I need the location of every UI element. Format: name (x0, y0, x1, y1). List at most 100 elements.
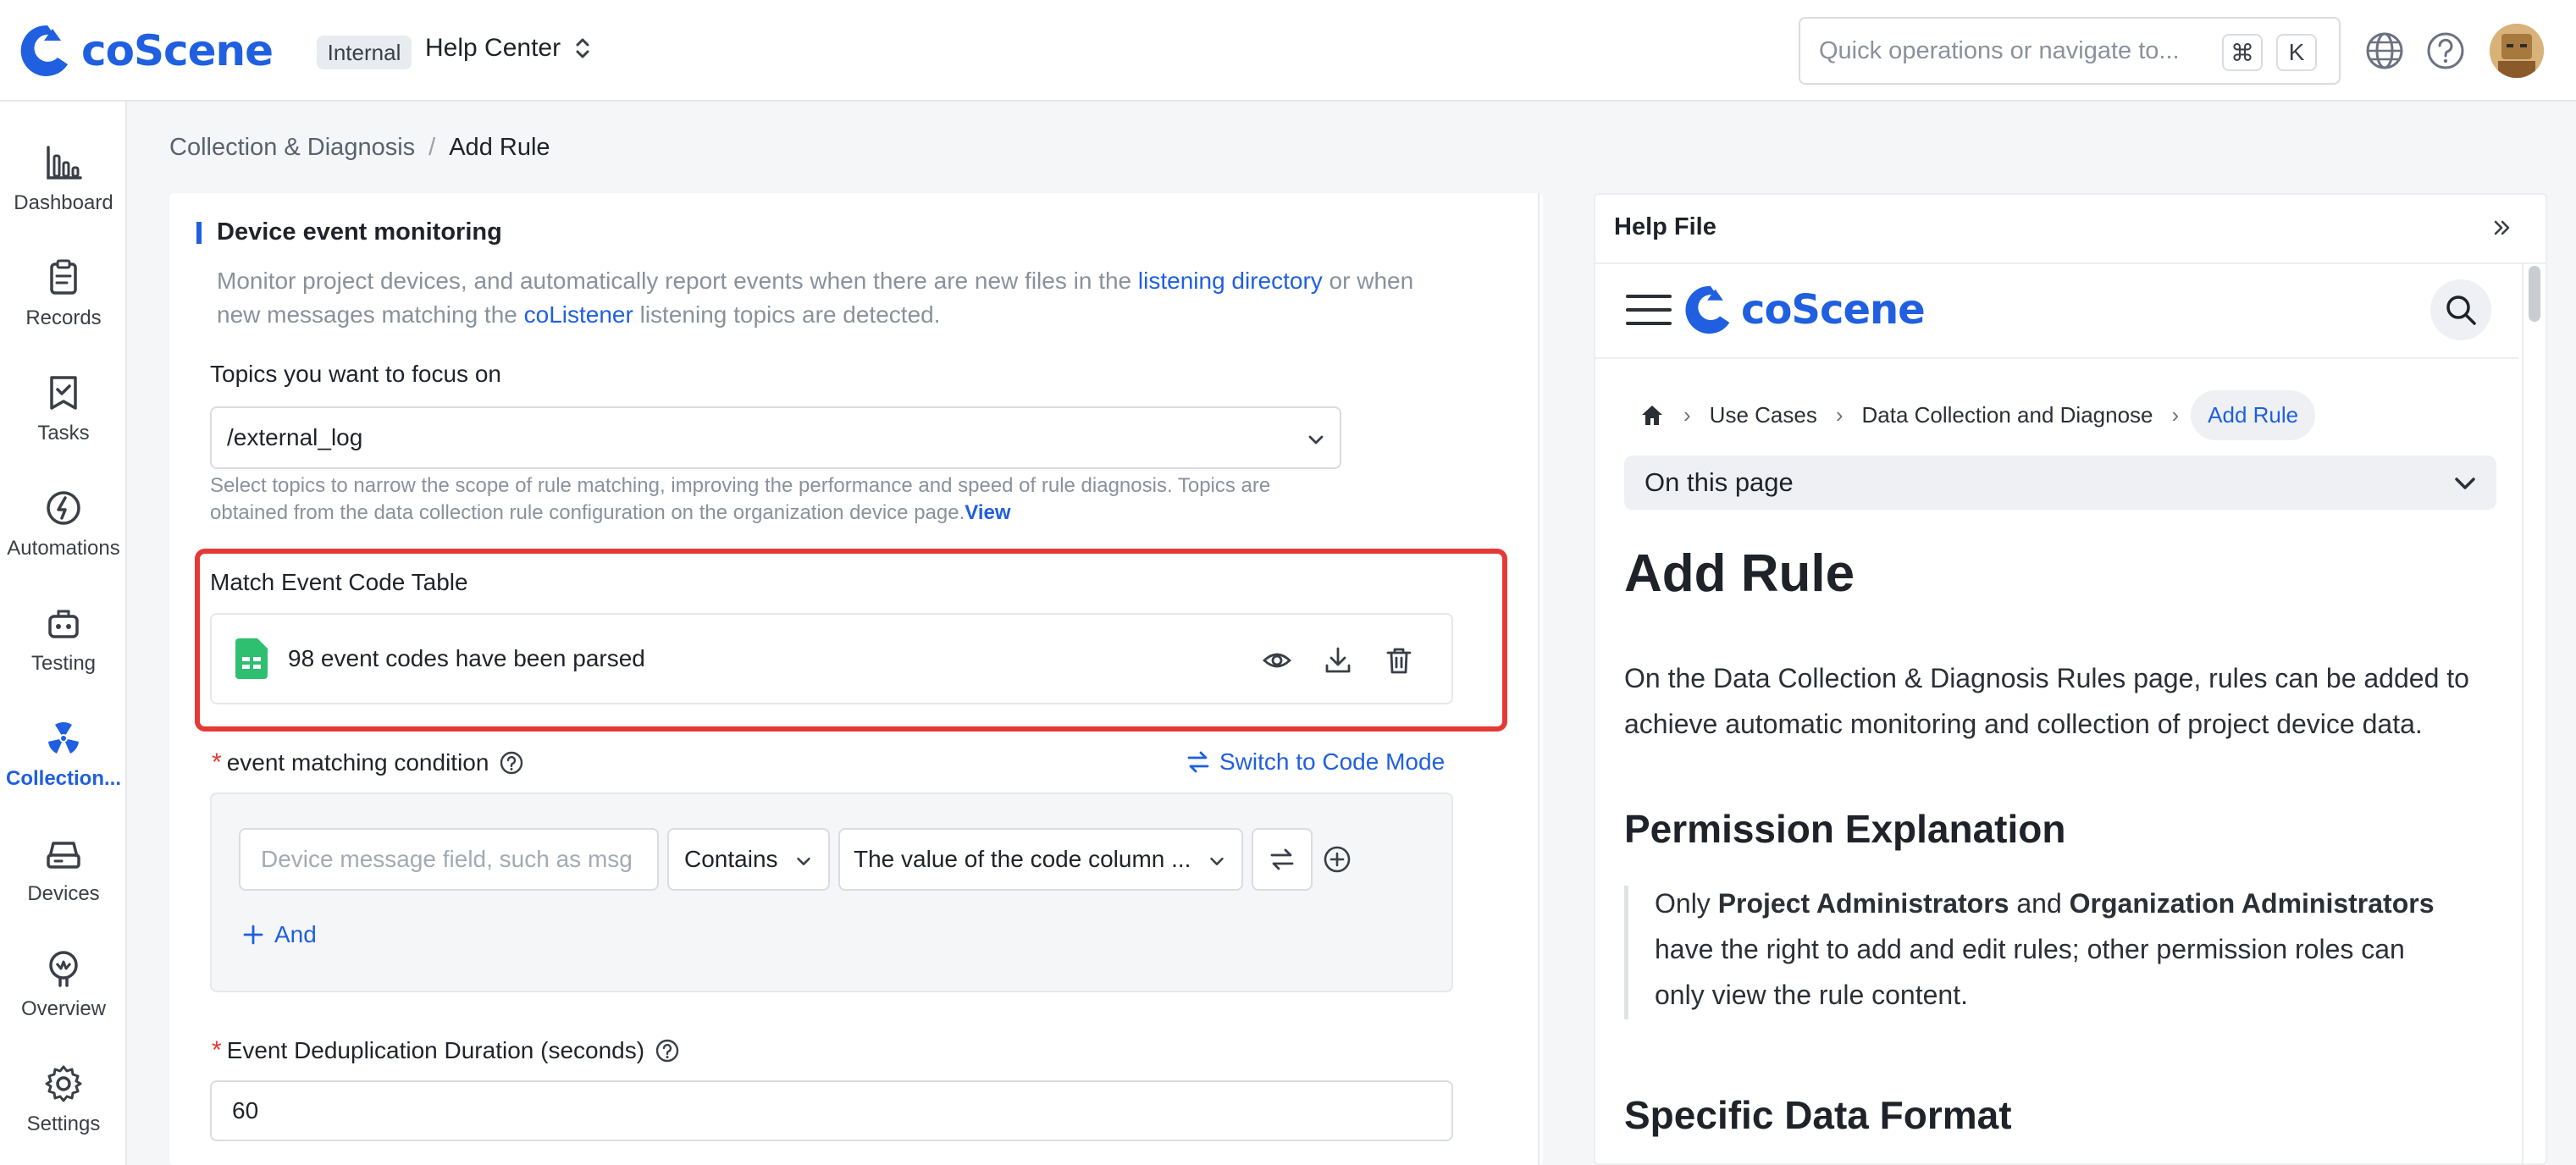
org-badge: Internal (317, 36, 412, 69)
sidebar-label-records: Records (25, 306, 102, 329)
scroll-track-divider (1538, 193, 1540, 1165)
sidebar-label-testing: Testing (30, 652, 97, 675)
doc-logo[interactable]: coScene (1683, 283, 1926, 337)
app-logo[interactable]: coScene (19, 22, 274, 80)
doc-crumb-data-collection[interactable]: Data Collection and Diagnose (1862, 402, 2153, 428)
quote-text-only: Only (1655, 888, 1718, 919)
section-accent-bar (196, 222, 202, 244)
sidebar-item-settings[interactable]: Settings (0, 1040, 127, 1141)
avatar-figure-icon (2490, 24, 2544, 78)
description-text-3: new messages matching the (217, 301, 524, 328)
swap-operands-button[interactable] (1252, 828, 1313, 891)
topics-view-link[interactable]: View (965, 501, 1010, 524)
quote-org-admins: Organization Administrators (2069, 888, 2435, 919)
topics-label: Topics you want to focus on (210, 361, 501, 387)
search-placeholder: Quick operations or navigate to... (1819, 36, 2180, 64)
sidebar-item-tasks[interactable]: Tasks (0, 349, 127, 450)
hamburger-menu-icon[interactable] (1626, 291, 1672, 329)
logo-text: coScene (81, 26, 274, 75)
chevron-down-icon (1210, 857, 1224, 865)
crumb-chevron-icon: › (1835, 401, 1844, 428)
switch-code-mode-label: Switch to Code Mode (1219, 748, 1446, 775)
add-circle-icon[interactable] (1323, 845, 1352, 874)
k-key-badge: K (2276, 34, 2317, 71)
colistener-link[interactable]: coListener (524, 301, 633, 328)
sidebar-item-devices[interactable]: Devices (0, 809, 127, 911)
doc-title: Add Rule (1624, 544, 1855, 603)
sidebar-label-collection: Collection... (5, 767, 121, 790)
trash-icon[interactable] (1384, 645, 1414, 676)
sidebar-label-automations: Automations (7, 537, 120, 560)
cmd-key-badge: ⌘ (2222, 34, 2263, 71)
coscene-logo-icon (1685, 285, 1730, 334)
topics-tip: Select topics to narrow the scope of rul… (210, 472, 1396, 527)
required-asterisk: * (212, 748, 222, 776)
home-icon[interactable] (1639, 402, 1665, 428)
quick-search-input[interactable]: Quick operations or navigate to... ⌘ K (1799, 17, 2341, 85)
doc-blockquote: Only Project Administrators and Organiza… (1655, 881, 2501, 1018)
description-text-1: Monitor project devices, and automatical… (217, 268, 1138, 294)
condition-group: Device message field, such as msg Contai… (210, 792, 1453, 992)
add-and-label: And (274, 921, 317, 947)
doc-crumb-current: Add Rule (2191, 389, 2316, 440)
collapse-panel-icon[interactable] (2490, 215, 2515, 240)
overview-icon (49, 951, 78, 987)
user-avatar[interactable] (2490, 24, 2544, 78)
operator-select[interactable]: Contains (667, 828, 830, 891)
quote-line-3: only view the rule content. (1655, 980, 1968, 1010)
topics-select[interactable]: /external_log (210, 406, 1341, 469)
task-icon (50, 376, 77, 410)
on-this-page-label: On this page (1645, 467, 1794, 497)
breadcrumb: Collection & Diagnosis / Add Rule (169, 134, 550, 162)
breadcrumb-parent[interactable]: Collection & Diagnosis (169, 134, 415, 162)
section-description: Monitor project devices, and automatical… (217, 264, 1487, 332)
sidebar-item-automations[interactable]: Automations (0, 464, 127, 566)
sidebar-item-dashboard[interactable]: Dashboard (0, 119, 127, 220)
doc-search-button[interactable] (2430, 279, 2491, 340)
question-circle-icon[interactable] (499, 750, 524, 776)
help-icon[interactable] (2425, 30, 2466, 71)
download-icon[interactable] (1323, 645, 1353, 676)
help-scrollbar-thumb[interactable] (2529, 266, 2540, 322)
top-bar: coScene Internal Help Center Quick opera… (0, 0, 2576, 102)
listening-directory-link[interactable]: listening directory (1138, 268, 1323, 294)
globe-icon[interactable] (2364, 30, 2405, 71)
doc-heading-permission: Permission Explanation (1624, 807, 2066, 851)
gear-icon (45, 1065, 82, 1102)
sidebar-label-overview: Overview (20, 997, 107, 1020)
sidebar-item-testing[interactable]: Testing (0, 579, 127, 681)
clipboard-icon (50, 259, 77, 295)
testing-icon (48, 610, 79, 638)
switch-code-mode-button[interactable]: Switch to Code Mode (1186, 748, 1445, 776)
add-and-condition-button[interactable]: And (242, 921, 317, 948)
dedup-duration-input[interactable]: 60 (210, 1080, 1453, 1141)
code-column-select[interactable]: The value of the code column ... (838, 828, 1243, 891)
doc-heading-format: Specific Data Format (1624, 1093, 2012, 1137)
sidebar-item-overview[interactable]: Overview (0, 925, 127, 1026)
eye-icon[interactable] (1262, 645, 1292, 676)
breadcrumb-current: Add Rule (449, 134, 550, 161)
sidebar: Dashboard Records Tasks Automations Test… (0, 102, 127, 1165)
quote-project-admins: Project Administrators (1717, 888, 2009, 919)
sidebar-label-tasks: Tasks (37, 422, 90, 444)
swap-arrows-icon (1187, 751, 1209, 773)
message-field-placeholder: Device message field, such as msg (261, 846, 633, 872)
message-field-input[interactable]: Device message field, such as msg (239, 828, 659, 891)
doc-nav-divider (1595, 357, 2518, 359)
dedup-label-row: * Event Deduplication Duration (seconds) (212, 1036, 680, 1065)
project-switcher[interactable]: Help Center (425, 34, 593, 63)
doc-breadcrumb: › Use Cases › Data Collection and Diagno… (1639, 388, 2316, 442)
crumb-chevron-icon: › (2171, 401, 2180, 428)
quote-text-and: and (2009, 888, 2070, 919)
doc-crumb-use-cases[interactable]: Use Cases (1710, 402, 1817, 428)
sidebar-label-devices: Devices (27, 882, 100, 905)
question-circle-icon[interactable] (655, 1038, 680, 1063)
help-panel-title: Help File (1614, 213, 1716, 240)
project-name: Help Center (425, 34, 561, 62)
sidebar-item-records[interactable]: Records (0, 234, 127, 335)
on-this-page-toggle[interactable]: On this page (1624, 456, 2496, 510)
device-icon (47, 842, 80, 869)
sidebar-item-collection[interactable]: Collection... (0, 694, 127, 796)
sidebar-label-settings: Settings (26, 1113, 101, 1135)
plus-icon (243, 925, 263, 945)
